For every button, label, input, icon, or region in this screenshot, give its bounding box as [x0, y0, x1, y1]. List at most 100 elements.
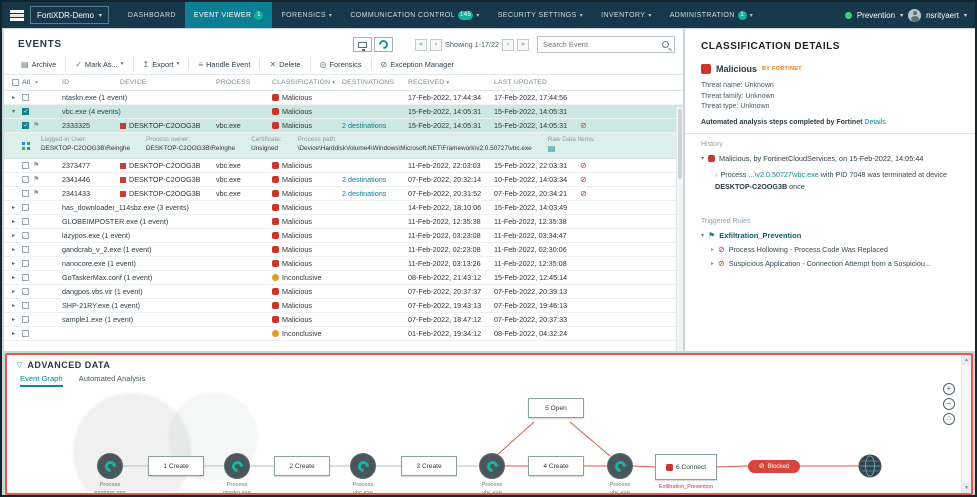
- nav-communication-control[interactable]: COMMUNICATION CONTROL145▾: [341, 2, 488, 28]
- destinations-link[interactable]: 2 destinations: [342, 189, 386, 198]
- select-all-checkbox[interactable]: [12, 79, 19, 86]
- process-node-5[interactable]: [607, 453, 633, 479]
- last-page-button[interactable]: »: [517, 39, 529, 51]
- fit-view-button[interactable]: □: [943, 413, 955, 425]
- process-node-1[interactable]: [97, 453, 123, 479]
- column-id[interactable]: ID: [62, 79, 120, 86]
- row-checkbox[interactable]: [22, 232, 29, 239]
- flag-icon[interactable]: ⚑: [33, 176, 39, 183]
- column-device[interactable]: DEVICE: [120, 79, 216, 86]
- destinations-link[interactable]: 2 destinations: [342, 175, 386, 184]
- event-group-row[interactable]: ▸has_downloader_114sbz.exe (3 events)Mal…: [4, 201, 683, 215]
- prev-page-button[interactable]: ‹: [430, 39, 442, 51]
- row-checkbox[interactable]: [22, 162, 29, 169]
- row-checkbox[interactable]: [22, 316, 29, 323]
- step-box-2[interactable]: 2 Create: [274, 456, 330, 476]
- event-group-row[interactable]: ▸ntaskn.exe (1 event)Malicious17-Feb-202…: [4, 91, 683, 105]
- zoom-in-button[interactable]: +: [943, 383, 955, 395]
- zoom-out-button[interactable]: −: [943, 398, 955, 410]
- step-box-6-connect[interactable]: 6 Connect: [655, 454, 717, 480]
- row-checkbox[interactable]: [22, 218, 29, 225]
- event-group-row[interactable]: ▸SHP-21RY.exe (1 event)Malicious07-Feb-2…: [4, 299, 683, 313]
- nav-administration[interactable]: ADMINISTRATION1▾: [661, 2, 762, 28]
- flag-icon[interactable]: ⚑: [33, 190, 39, 197]
- raw-data-icon[interactable]: ▤: [548, 145, 595, 153]
- nav-security-settings[interactable]: SECURITY SETTINGS▾: [489, 2, 592, 28]
- first-page-button[interactable]: «: [415, 39, 427, 51]
- flag-icon[interactable]: ⚑: [33, 122, 39, 129]
- column-last-updated[interactable]: LAST UPDATED: [494, 79, 580, 86]
- process-node-3[interactable]: [350, 453, 376, 479]
- nav-event-viewer[interactable]: EVENT VIEWER1: [185, 2, 273, 28]
- row-checkbox[interactable]: [22, 204, 29, 211]
- chevron-right-icon[interactable]: ▸: [12, 288, 18, 295]
- row-checkbox[interactable]: [22, 108, 29, 115]
- user-menu[interactable]: nsrityaert: [926, 11, 959, 20]
- event-group-row[interactable]: ▸dangpos.vbs.vir (1 event)Malicious07-Fe…: [4, 285, 683, 299]
- flag-icon[interactable]: ⚑: [33, 162, 39, 169]
- column-destinations[interactable]: DESTINATIONS: [342, 79, 408, 86]
- nav-inventory[interactable]: INVENTORY▾: [592, 2, 661, 28]
- history-entry[interactable]: ▾ Malicious, by FortinetCloudServices, o…: [701, 154, 961, 163]
- row-checkbox[interactable]: [22, 176, 29, 183]
- events-scrollbar[interactable]: [676, 107, 683, 351]
- row-checkbox[interactable]: [22, 288, 29, 295]
- row-checkbox[interactable]: [22, 246, 29, 253]
- row-checkbox[interactable]: [22, 302, 29, 309]
- rule-group[interactable]: ▾ ⚑ Exfiltration_Prevention: [701, 231, 961, 240]
- event-row[interactable]: ⚑2373477DESKTOP-C2OOG3Bvbc.exeMalicious1…: [4, 159, 683, 173]
- step-box-1[interactable]: 1 Create: [148, 456, 204, 476]
- next-page-button[interactable]: ›: [502, 39, 514, 51]
- event-row[interactable]: ⚑2333325DESKTOP-C2OOG3Bvbc.exeMalicious2…: [4, 119, 683, 133]
- process-node-2[interactable]: [224, 453, 250, 479]
- details-link[interactable]: Details: [864, 119, 885, 126]
- row-checkbox[interactable]: [22, 122, 29, 129]
- chevron-right-icon[interactable]: ▸: [12, 316, 18, 323]
- chevron-down-icon[interactable]: ▾: [12, 108, 18, 115]
- row-checkbox[interactable]: [22, 94, 29, 101]
- column-classification[interactable]: CLASSIFICATION▾: [272, 79, 342, 86]
- delete-button[interactable]: ✕Delete: [264, 60, 305, 69]
- column-process[interactable]: PROCESS: [216, 79, 272, 86]
- event-group-row[interactable]: ▸GoTaskerMax.conf (1 event)Inconclusive0…: [4, 271, 683, 285]
- rule-item[interactable]: ▸⊘Suspicious Application - Connection At…: [711, 259, 961, 268]
- row-checkbox[interactable]: [22, 260, 29, 267]
- event-group-row[interactable]: ▸lazypos.exe (1 event)Malicious11-Feb-20…: [4, 229, 683, 243]
- step-box-3[interactable]: 3 Create: [401, 456, 457, 476]
- tab-automated-analysis[interactable]: Automated Analysis: [79, 374, 146, 387]
- chevron-right-icon[interactable]: ▸: [12, 260, 18, 267]
- event-group-row[interactable]: ▸GLOBEIMPOSTER.exe (1 event)Malicious11-…: [4, 215, 683, 229]
- step-box-4[interactable]: 4 Create: [528, 456, 584, 476]
- mark-as--button[interactable]: ✓Mark As...▾: [70, 60, 128, 69]
- mode-selector[interactable]: Prevention: [857, 11, 895, 20]
- search-icon[interactable]: [662, 41, 669, 48]
- chevron-right-icon[interactable]: ▸: [12, 232, 18, 239]
- nav-forensics[interactable]: FORENSICS▾: [272, 2, 341, 28]
- fortinet-view-button[interactable]: [374, 37, 393, 52]
- event-group-row[interactable]: ▸sample1.exe (1 event)Malicious07-Feb-20…: [4, 313, 683, 327]
- destinations-link[interactable]: 2 destinations: [342, 121, 386, 130]
- process-path-link[interactable]: ...\v2.0.50727\vbc.exe: [748, 170, 818, 179]
- chevron-right-icon[interactable]: ▸: [12, 246, 18, 253]
- collapse-chevron-icon[interactable]: ▽: [17, 361, 22, 369]
- event-row[interactable]: ⚑2341446DESKTOP-C2OOG3Bvbc.exeMalicious2…: [4, 173, 683, 187]
- row-checkbox[interactable]: [22, 190, 29, 197]
- handle-event-button[interactable]: ≡Handle Event: [193, 60, 255, 69]
- process-node-4[interactable]: [479, 453, 505, 479]
- search-input[interactable]: [543, 40, 658, 49]
- scroll-up-icon[interactable]: ▲: [962, 355, 971, 365]
- scroll-down-icon[interactable]: ▼: [962, 483, 971, 493]
- chevron-right-icon[interactable]: ▸: [12, 94, 18, 101]
- chevron-right-icon[interactable]: ▸: [12, 204, 18, 211]
- list-view-button[interactable]: [353, 37, 372, 52]
- event-group-row[interactable]: ▸gandcrab_v_2.exe (1 event)Malicious11-F…: [4, 243, 683, 257]
- blocked-connection-pill[interactable]: ⊘ Blocked: [748, 460, 800, 473]
- nav-dashboard[interactable]: DASHBOARD: [119, 2, 185, 28]
- rule-item[interactable]: ▸⊘Process Hollowing - Process Code Was R…: [711, 245, 961, 254]
- row-checkbox[interactable]: [22, 330, 29, 337]
- tab-event-graph[interactable]: Event Graph: [20, 374, 63, 387]
- chevron-right-icon[interactable]: ▸: [12, 218, 18, 225]
- export-button[interactable]: ↥Export▾: [138, 60, 185, 69]
- event-row[interactable]: ⚑2341433DESKTOP-C2OOG3Bvbc.exeMalicious2…: [4, 187, 683, 201]
- chevron-right-icon[interactable]: ▸: [12, 274, 18, 281]
